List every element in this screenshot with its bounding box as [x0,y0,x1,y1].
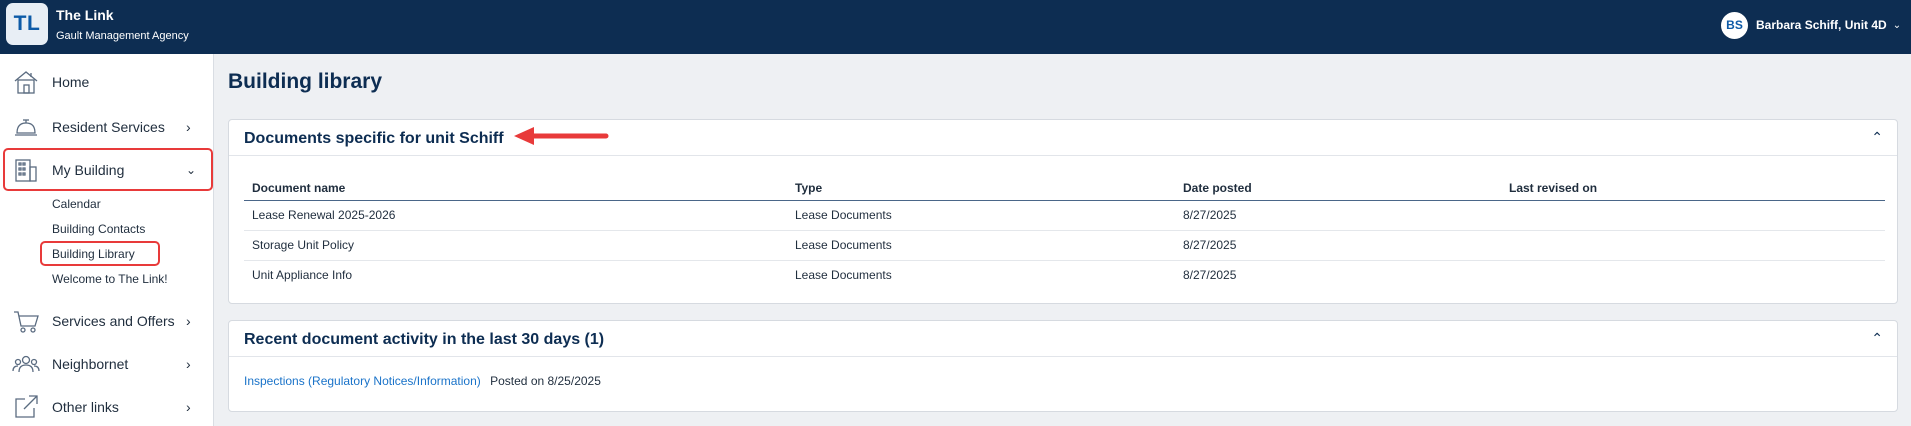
sidebar-item-label: Resident Services [52,119,165,135]
sidebar-subitem-welcome[interactable]: Welcome to The Link! [52,272,168,286]
sidebar-item-label: Home [52,74,90,90]
people-icon [12,355,40,373]
sidebar-item-label: Services and Offers [52,313,175,329]
document-type: Lease Documents [795,268,892,282]
activity-entry: Inspections (Regulatory Notices/Informat… [244,374,601,388]
app-logo[interactable]: TL [6,3,48,45]
external-link-icon [15,395,38,418]
sidebar-item-label: Neighbornet [52,356,129,372]
annotation-arrow [514,127,609,145]
sidebar-item-other-links[interactable]: Other links › [0,388,214,426]
chevron-down-icon: ⌄ [1892,19,1902,31]
shopping-cart-icon [14,311,39,333]
house-icon [14,71,38,94]
avatar: BS [1721,11,1748,39]
document-date-posted: 8/27/2025 [1183,238,1237,252]
sidebar-item-label: My Building [52,162,125,178]
column-header-last-revised[interactable]: Last revised on [1509,176,1597,200]
sidebar-item-resident-services[interactable]: Resident Services › [0,108,214,146]
sidebar-subitem-building-library[interactable]: Building Library [52,247,135,261]
document-date-posted: 8/27/2025 [1183,268,1237,282]
table-row[interactable]: Unit Appliance Info Lease Documents 8/27… [244,261,1885,291]
column-header-type[interactable]: Type [795,176,822,200]
user-name: Barbara Schiff, Unit 4D [1756,18,1887,32]
activity-posted-date: Posted on 8/25/2025 [490,374,601,388]
chevron-up-icon[interactable]: ⌃ [1871,330,1883,347]
chevron-right-icon: › [186,399,191,415]
building-icon [15,159,37,182]
sidebar-item-services-offers[interactable]: Services and Offers › [0,302,214,340]
chevron-right-icon: › [186,313,191,329]
activity-card: Recent document activity in the last 30 … [228,320,1898,412]
sidebar-subitem-building-contacts[interactable]: Building Contacts [52,222,145,236]
document-name[interactable]: Unit Appliance Info [252,261,352,290]
document-name[interactable]: Storage Unit Policy [252,231,354,260]
activity-card-title: Recent document activity in the last 30 … [244,331,605,348]
app-name: The Link [56,7,114,23]
table-header-row: Document name Type Date posted Last revi… [244,176,1885,201]
sidebar-item-home[interactable]: Home [0,63,214,101]
sidebar: Home Resident Services › My Building ⌄ C… [0,54,214,426]
column-header-name[interactable]: Document name [252,176,345,200]
chevron-up-icon[interactable]: ⌃ [1871,129,1883,146]
activity-link[interactable]: Inspections (Regulatory Notices/Informat… [244,374,481,388]
page-title: Building library [228,70,383,93]
documents-table: Document name Type Date posted Last revi… [244,176,1885,291]
document-date-posted: 8/27/2025 [1183,208,1237,222]
activity-card-header[interactable]: Recent document activity in the last 30 … [229,321,1897,357]
column-header-date-posted[interactable]: Date posted [1183,176,1252,200]
chevron-right-icon: › [186,119,191,135]
sidebar-subitem-calendar[interactable]: Calendar [52,197,101,211]
sidebar-item-my-building[interactable]: My Building ⌄ [0,151,214,189]
chevron-right-icon: › [186,356,191,372]
table-row[interactable]: Lease Renewal 2025-2026 Lease Documents … [244,201,1885,231]
documents-card-header[interactable]: Documents specific for unit Schiff ⌃ [229,120,1897,156]
chevron-down-icon: ⌄ [186,163,197,177]
service-bell-icon [15,119,37,136]
documents-card: Documents specific for unit Schiff ⌃ Doc… [228,119,1898,304]
sidebar-item-neighbornet[interactable]: Neighbornet › [0,345,214,383]
document-type: Lease Documents [795,238,892,252]
table-row[interactable]: Storage Unit Policy Lease Documents 8/27… [244,231,1885,261]
top-bar: TL The Link Gault Management Agency BS B… [0,0,1911,54]
sidebar-item-label: Other links [52,399,119,415]
document-name[interactable]: Lease Renewal 2025-2026 [252,201,395,230]
documents-card-title: Documents specific for unit Schiff [244,130,504,147]
user-menu[interactable]: BS Barbara Schiff, Unit 4D ⌄ [1721,11,1911,39]
agency-name: Gault Management Agency [56,30,189,42]
document-type: Lease Documents [795,208,892,222]
